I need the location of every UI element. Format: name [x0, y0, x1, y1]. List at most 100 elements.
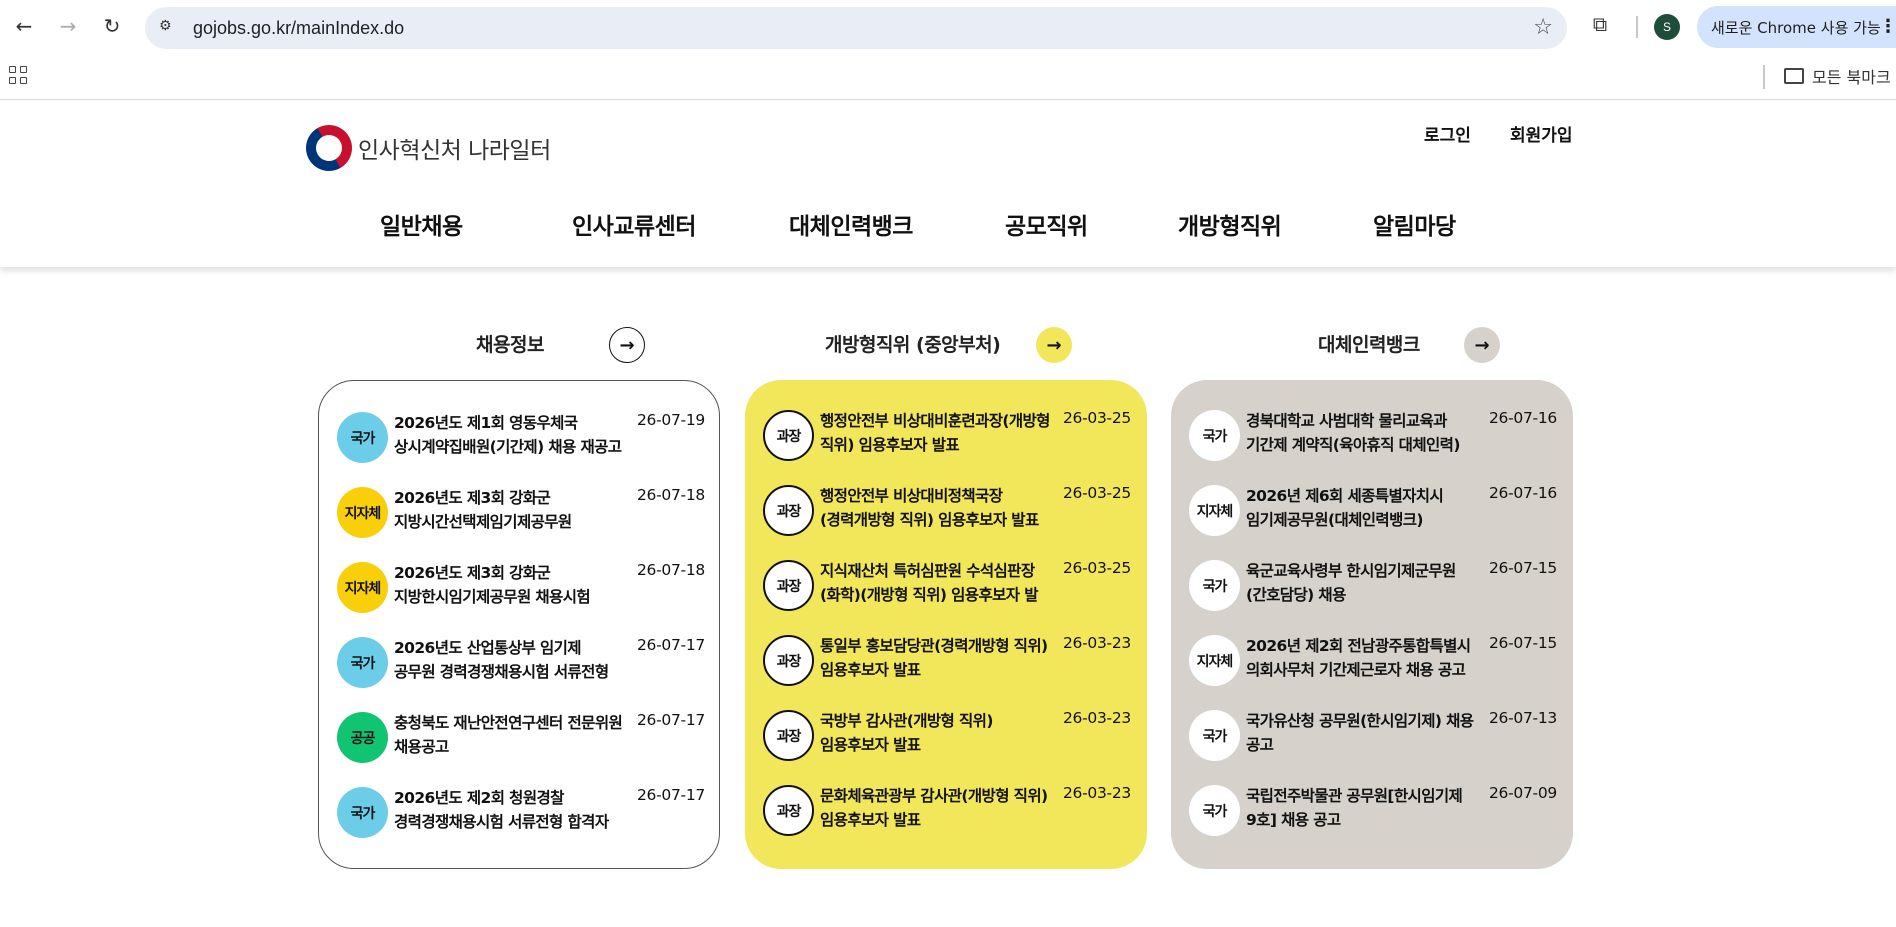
item-date: 26-07-13 — [1489, 709, 1557, 727]
chrome-update-button[interactable]: 새로운 Chrome 사용 가능 ⋮ — [1697, 6, 1896, 48]
list-item[interactable]: 국가 2026년도 산업통상부 임기제 공무원 경력경쟁채용시험 서류전형 합격… — [337, 622, 707, 697]
category-badge: 국가 — [337, 637, 388, 688]
category-badge: 지자체 — [1189, 485, 1240, 536]
rank-badge: 과장 — [763, 560, 814, 611]
item-date: 26-03-25 — [1063, 409, 1131, 427]
item-date: 26-03-23 — [1063, 634, 1131, 652]
item-title[interactable]: 2026년도 산업통상부 임기제 공무원 경력경쟁채용시험 서류전형 합격 — [394, 636, 624, 686]
address-bar[interactable]: ⚙ gojobs.go.kr/mainIndex.do ☆ — [145, 7, 1567, 49]
item-title[interactable]: 지식재산처 특허심판원 수석심판장(화학)(개방형 직위) 임용후보자 발 — [820, 559, 1050, 609]
panel-title-recruit: 채용정보 — [476, 334, 544, 356]
star-icon[interactable]: ☆ — [1533, 15, 1553, 40]
list-item[interactable]: 국가 국가유산청 공무원(한시임기제) 채용 공고 26-07-13 — [1189, 695, 1559, 770]
item-title[interactable]: 통일부 홍보담당관(경력개방형 직위) 임용후보자 발표 — [820, 634, 1050, 684]
folder-icon — [1784, 68, 1804, 84]
list-item[interactable]: 과장 지식재산처 특허심판원 수석심판장(화학)(개방형 직위) 임용후보자 발… — [763, 545, 1133, 620]
category-badge: 지자체 — [337, 562, 388, 613]
profile-avatar[interactable]: S — [1654, 14, 1680, 40]
list-item[interactable]: 국가 2026년도 제1회 영동우체국 상시계약집배원(기간제) 채용 재공고 … — [337, 397, 707, 472]
login-link[interactable]: 로그인 — [1424, 121, 1471, 146]
toolbar-divider — [1636, 16, 1638, 38]
item-date: 26-07-17 — [637, 711, 705, 729]
item-date: 26-07-17 — [637, 636, 705, 654]
item-title[interactable]: 충청북도 재난안전연구센터 전문위원 채용공고 — [394, 711, 624, 761]
category-badge: 국가 — [1189, 410, 1240, 461]
list-item[interactable]: 과장 행정안전부 비상대비훈련과장(개방형 직위) 임용후보자 발표 26-03… — [763, 395, 1133, 470]
item-title[interactable]: 행정안전부 비상대비정책국장(경력개방형 직위) 임용후보자 발표 — [820, 484, 1050, 534]
item-title[interactable]: 문화체육관광부 감사관(개방형 직위) 임용후보자 발표 — [820, 784, 1050, 834]
item-title[interactable]: 육군교육사령부 한시임기제군무원(간호담당) 채용 — [1246, 559, 1476, 609]
taegeuk-logo-icon — [297, 116, 361, 180]
item-title[interactable]: 2026년도 제2회 청원경찰 경력경쟁채용시험 서류전형 합격자 명단 — [394, 786, 624, 836]
nav-notice[interactable]: 알림마당 — [1373, 207, 1456, 241]
site-header: 인사혁신처 나라일터 로그인 회원가입 일반채용 인사교류센터 대체인력뱅크 공… — [0, 101, 1896, 267]
item-date: 26-07-18 — [637, 486, 705, 504]
list-item[interactable]: 공공 충청북도 재난안전연구센터 전문위원 채용공고 26-07-17 — [337, 697, 707, 772]
item-title[interactable]: 국방부 감사관(개방형 직위) 임용후보자 발표 — [820, 709, 1050, 759]
item-title[interactable]: 2026년 제6회 세종특별자치시 임기제공무원(대체인력뱅크) 경력경쟁 — [1246, 484, 1476, 534]
panel-title-open-position: 개방형직위 (중앙부처) — [825, 334, 1001, 356]
open-position-panel: 과장 행정안전부 비상대비훈련과장(개방형 직위) 임용후보자 발표 26-03… — [745, 380, 1147, 869]
item-date: 26-07-16 — [1489, 484, 1557, 502]
list-item[interactable]: 과장 행정안전부 비상대비정책국장(경력개방형 직위) 임용후보자 발표 26-… — [763, 470, 1133, 545]
site-settings-icon[interactable]: ⚙ — [159, 18, 181, 38]
forward-arrow-icon[interactable]: → — [52, 10, 84, 42]
category-badge: 국가 — [337, 787, 388, 838]
item-date: 26-07-17 — [637, 786, 705, 804]
arrow-right-icon[interactable]: → — [1036, 327, 1072, 363]
item-date: 26-03-25 — [1063, 559, 1131, 577]
list-item[interactable]: 지자체 2026년 제6회 세종특별자치시 임기제공무원(대체인력뱅크) 경력경… — [1189, 470, 1559, 545]
arrow-right-icon[interactable]: → — [609, 327, 645, 363]
list-item[interactable]: 국가 국립전주박물관 공무원[한시임기제 9호] 채용 공고 26-07-09 — [1189, 770, 1559, 845]
rank-badge: 과장 — [763, 635, 814, 686]
rank-badge: 과장 — [763, 710, 814, 761]
list-item[interactable]: 과장 문화체육관광부 감사관(개방형 직위) 임용후보자 발표 26-03-23 — [763, 770, 1133, 845]
list-item[interactable]: 과장 국방부 감사관(개방형 직위) 임용후보자 발표 26-03-23 — [763, 695, 1133, 770]
item-date: 26-07-15 — [1489, 634, 1557, 652]
signup-link[interactable]: 회원가입 — [1510, 121, 1573, 146]
item-title[interactable]: 경북대학교 사범대학 물리교육과 기간제 계약직(육아휴직 대체인력) 채 — [1246, 409, 1476, 459]
item-title[interactable]: 국립전주박물관 공무원[한시임기제 9호] 채용 공고 — [1246, 784, 1476, 834]
category-badge: 지자체 — [337, 487, 388, 538]
url-text: gojobs.go.kr/mainIndex.do — [193, 18, 405, 38]
category-badge: 국가 — [1189, 710, 1240, 761]
apps-grid-icon[interactable] — [9, 66, 29, 86]
list-item[interactable]: 국가 경북대학교 사범대학 물리교육과 기간제 계약직(육아휴직 대체인력) 채… — [1189, 395, 1559, 470]
category-badge: 공공 — [337, 712, 388, 763]
logo-text: 인사혁신처 나라일터 — [358, 138, 551, 164]
extensions-icon[interactable]: ⧉ — [1586, 12, 1614, 40]
list-item[interactable]: 지자체 2026년도 제3회 강화군 지방시간선택제임기제공무원 채용시험 시행… — [337, 472, 707, 547]
arrow-right-icon[interactable]: → — [1464, 327, 1500, 363]
recruit-panel: 국가 2026년도 제1회 영동우체국 상시계약집배원(기간제) 채용 재공고 … — [318, 380, 720, 869]
item-title[interactable]: 행정안전부 비상대비훈련과장(개방형 직위) 임용후보자 발표 — [820, 409, 1050, 459]
all-bookmarks-button[interactable]: 모든 북마크 — [1784, 64, 1891, 88]
list-item[interactable]: 지자체 2026년 제2회 전남광주통합특별시 의회사무처 기간제근로자 채용 … — [1189, 620, 1559, 695]
item-date: 26-07-15 — [1489, 559, 1557, 577]
category-badge: 지자체 — [1189, 635, 1240, 686]
item-date: 26-07-18 — [637, 561, 705, 579]
list-item[interactable]: 지자체 2026년도 제3회 강화군 지방한시임기제공무원 채용시험 시행계획 … — [337, 547, 707, 622]
item-date: 26-03-23 — [1063, 709, 1131, 727]
reload-icon[interactable]: ↻ — [96, 10, 128, 42]
nav-exchange-center[interactable]: 인사교류센터 — [572, 207, 696, 241]
all-bookmarks-label: 모든 북마크 — [1812, 68, 1891, 87]
site-logo[interactable]: 인사혁신처 나라일터 — [297, 116, 551, 180]
list-item[interactable]: 국가 2026년도 제2회 청원경찰 경력경쟁채용시험 서류전형 합격자 명단 … — [337, 772, 707, 847]
item-title[interactable]: 2026년 제2회 전남광주통합특별시 의회사무처 기간제근로자 채용 공고 — [1246, 634, 1476, 684]
category-badge: 국가 — [1189, 785, 1240, 836]
panel-title-substitute: 대체인력뱅크 — [1318, 334, 1420, 356]
item-title[interactable]: 2026년도 제3회 강화군 지방시간선택제임기제공무원 채용시험 시행 — [394, 486, 624, 536]
list-item[interactable]: 과장 통일부 홍보담당관(경력개방형 직위) 임용후보자 발표 26-03-23 — [763, 620, 1133, 695]
list-item[interactable]: 국가 육군교육사령부 한시임기제군무원(간호담당) 채용 26-07-15 — [1189, 545, 1559, 620]
nav-open-position[interactable]: 개방형직위 — [1178, 207, 1282, 241]
nav-substitute-bank[interactable]: 대체인력뱅크 — [789, 207, 913, 241]
item-title[interactable]: 2026년도 제1회 영동우체국 상시계약집배원(기간제) 채용 재공고 — [394, 411, 624, 461]
nav-public-offering[interactable]: 공모직위 — [1005, 207, 1088, 241]
bookmarks-bar: 모든 북마크 — [0, 56, 1896, 100]
back-arrow-icon[interactable]: ← — [8, 10, 40, 42]
item-title[interactable]: 2026년도 제3회 강화군 지방한시임기제공무원 채용시험 시행계획 — [394, 561, 624, 611]
more-menu-icon[interactable]: ⋮ — [1879, 16, 1896, 37]
category-badge: 국가 — [1189, 560, 1240, 611]
item-title[interactable]: 국가유산청 공무원(한시임기제) 채용 공고 — [1246, 709, 1476, 759]
nav-general-recruit[interactable]: 일반채용 — [380, 207, 463, 241]
